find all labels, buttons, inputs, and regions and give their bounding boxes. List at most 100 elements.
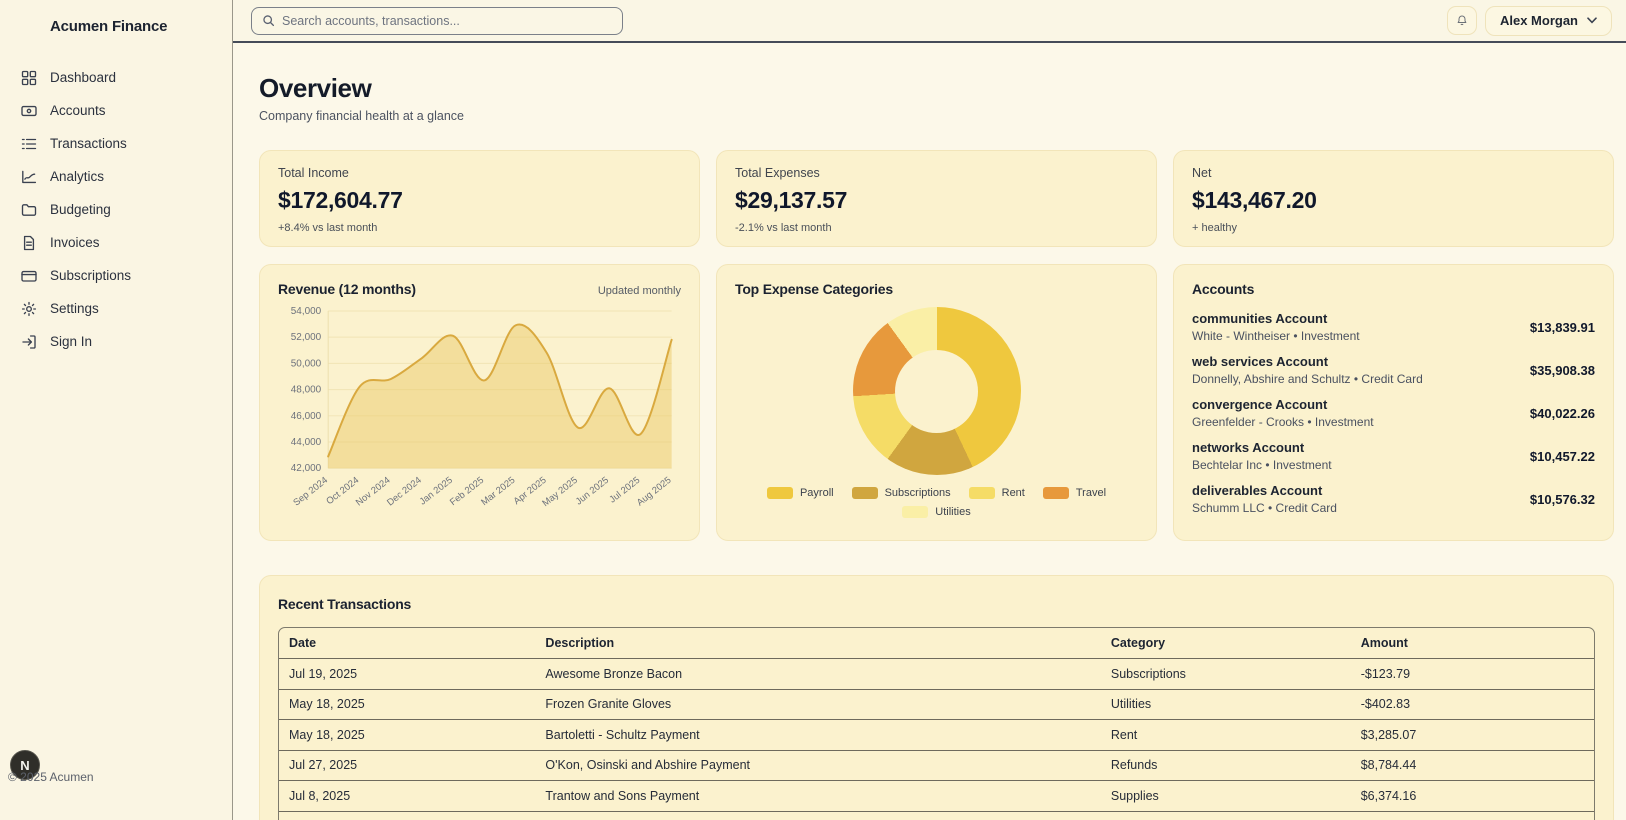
stat-label: Net [1192, 166, 1595, 180]
revenue-card-title: Revenue (12 months) [278, 281, 416, 297]
user-menu-button[interactable]: Alex Morgan [1485, 6, 1612, 36]
stat-value: $143,467.20 [1192, 187, 1595, 214]
stat-label: Total Income [278, 166, 681, 180]
bell-icon [1456, 14, 1468, 27]
account-balance: $13,839.91 [1518, 320, 1595, 335]
svg-text:Dec 2024: Dec 2024 [385, 475, 424, 509]
cell-description: Bartoletti - Schultz Payment [535, 720, 1100, 751]
sign-in-icon [21, 334, 37, 350]
account-list-item: convergence AccountGreenfelder - Crooks … [1192, 392, 1595, 435]
stat-delta: -2.1% vs last month [735, 222, 1138, 234]
sidebar-item-subscriptions[interactable]: Subscriptions [0, 259, 232, 292]
account-name: convergence Account [1192, 397, 1374, 412]
sidebar-item-invoices[interactable]: Invoices [0, 226, 232, 259]
cell-category: Rent [1101, 720, 1351, 751]
svg-text:50,000: 50,000 [291, 358, 322, 369]
legend-swatch [852, 487, 878, 499]
account-detail: Bechtelar Inc • Investment [1192, 458, 1332, 472]
page-title: Overview [259, 73, 1614, 104]
table-row: Jul 27, 2025O'Kon, Osinski and Abshire P… [279, 750, 1594, 781]
sidebar-item-label: Settings [50, 301, 99, 316]
legend-label: Utilities [935, 506, 970, 518]
sidebar-item-label: Analytics [50, 169, 104, 184]
cell-category: Payroll [1101, 811, 1351, 820]
legend-label: Travel [1076, 487, 1106, 499]
legend-swatch [767, 487, 793, 499]
revenue-area-chart: 42,00044,00046,00048,00050,00052,00054,0… [278, 299, 681, 524]
cell-date: Jul 27, 2025 [279, 750, 535, 781]
sidebar-item-label: Subscriptions [50, 268, 131, 283]
account-info: convergence AccountGreenfelder - Crooks … [1192, 397, 1374, 429]
account-balance: $10,576.32 [1518, 492, 1595, 507]
sidebar-item-transactions[interactable]: Transactions [0, 127, 232, 160]
account-balance: $40,022.26 [1518, 406, 1595, 421]
revenue-card-meta: Updated monthly [598, 285, 681, 297]
svg-text:48,000: 48,000 [291, 385, 322, 396]
sidebar-nav: Dashboard Accounts Transactions Analytics Bu… [0, 61, 232, 358]
cell-amount: $8,784.44 [1351, 750, 1594, 781]
account-detail: Schumm LLC • Credit Card [1192, 501, 1337, 515]
sidebar-item-settings[interactable]: Settings [0, 292, 232, 325]
stat-value: $29,137.57 [735, 187, 1138, 214]
topbar: Alex Morgan [233, 0, 1626, 43]
legend-swatch [902, 506, 928, 518]
cell-description: Gusikowski - Gibson Payment [535, 811, 1100, 820]
account-name: web services Account [1192, 354, 1423, 369]
legend-item-utilities: Utilities [902, 506, 970, 518]
sidebar-item-label: Transactions [50, 136, 127, 151]
table-row: May 18, 2025Bartoletti - Schultz Payment… [279, 720, 1594, 751]
account-name: networks Account [1192, 440, 1332, 455]
transactions-title: Recent Transactions [278, 596, 411, 612]
account-list-item: networks Account Bechtelar Inc • Investme… [1192, 435, 1595, 478]
file-text-icon [21, 235, 37, 251]
table-row: May 18, 2025Frozen Granite GlovesUtiliti… [279, 689, 1594, 720]
svg-text:46,000: 46,000 [291, 411, 322, 422]
legend-item-travel: Travel [1043, 487, 1106, 499]
sidebar-item-analytics[interactable]: Analytics [0, 160, 232, 193]
notifications-button[interactable] [1447, 6, 1477, 35]
account-balance: $10,457.22 [1518, 449, 1595, 464]
stat-card: Total Income$172,604.77+8.4% vs last mon… [259, 150, 700, 247]
svg-text:Sep 2024: Sep 2024 [291, 475, 330, 509]
account-info: deliverables AccountSchumm LLC • Credit … [1192, 483, 1337, 515]
legend-label: Subscriptions [885, 487, 951, 499]
cell-description: Frozen Granite Gloves [535, 689, 1100, 720]
transactions-table: DateDescriptionCategoryAmount Jul 19, 20… [279, 628, 1594, 820]
cell-amount: $6,374.16 [1351, 781, 1594, 812]
stat-label: Total Expenses [735, 166, 1138, 180]
stat-card: Net $143,467.20 + healthy [1173, 150, 1614, 247]
search-box[interactable] [251, 7, 623, 35]
sidebar-item-sign-in[interactable]: Sign In [0, 325, 232, 358]
recent-transactions-card: Recent Transactions DateDescriptionCateg… [259, 575, 1614, 820]
sidebar-item-label: Budgeting [50, 202, 111, 217]
account-info: networks Account Bechtelar Inc • Investme… [1192, 440, 1332, 472]
account-list-item: communities AccountWhite - Wintheiser • … [1192, 306, 1595, 349]
donut-legend: PayrollSubscriptionsRentTravelUtilities [747, 487, 1127, 518]
cell-date: Jul 19, 2025 [279, 659, 535, 690]
svg-text:Jun 2025: Jun 2025 [574, 475, 611, 508]
svg-text:Aug 2025: Aug 2025 [635, 475, 674, 509]
page-subtitle: Company financial health at a glance [259, 109, 1614, 123]
legend-item-subscriptions: Subscriptions [852, 487, 951, 499]
stat-delta: + healthy [1192, 222, 1595, 234]
revenue-card: Revenue (12 months) Updated monthly 42,0… [259, 264, 700, 541]
cell-description: O'Kon, Osinski and Abshire Payment [535, 750, 1100, 781]
sidebar-item-budgeting[interactable]: Budgeting [0, 193, 232, 226]
banknote-icon [21, 103, 37, 119]
search-input[interactable] [282, 14, 612, 28]
cell-category: Utilities [1101, 689, 1351, 720]
column-header-amount: Amount [1351, 628, 1594, 659]
cell-date: Jul 8, 2025 [279, 781, 535, 812]
sidebar-item-accounts[interactable]: Accounts [0, 94, 232, 127]
sidebar-item-dashboard[interactable]: Dashboard [0, 61, 232, 94]
account-balance: $35,908.38 [1518, 363, 1595, 378]
sidebar-item-label: Accounts [50, 103, 106, 118]
expense-donut-chart [853, 307, 1021, 475]
accounts-list: communities AccountWhite - Wintheiser • … [1192, 306, 1595, 521]
svg-text:May 2025: May 2025 [540, 475, 579, 509]
chart-line-icon [21, 169, 37, 185]
main-content: Overview Company financial health at a g… [233, 43, 1626, 820]
column-header-description: Description [535, 628, 1100, 659]
dashboard-icon [21, 70, 37, 86]
svg-text:44,000: 44,000 [291, 437, 322, 448]
